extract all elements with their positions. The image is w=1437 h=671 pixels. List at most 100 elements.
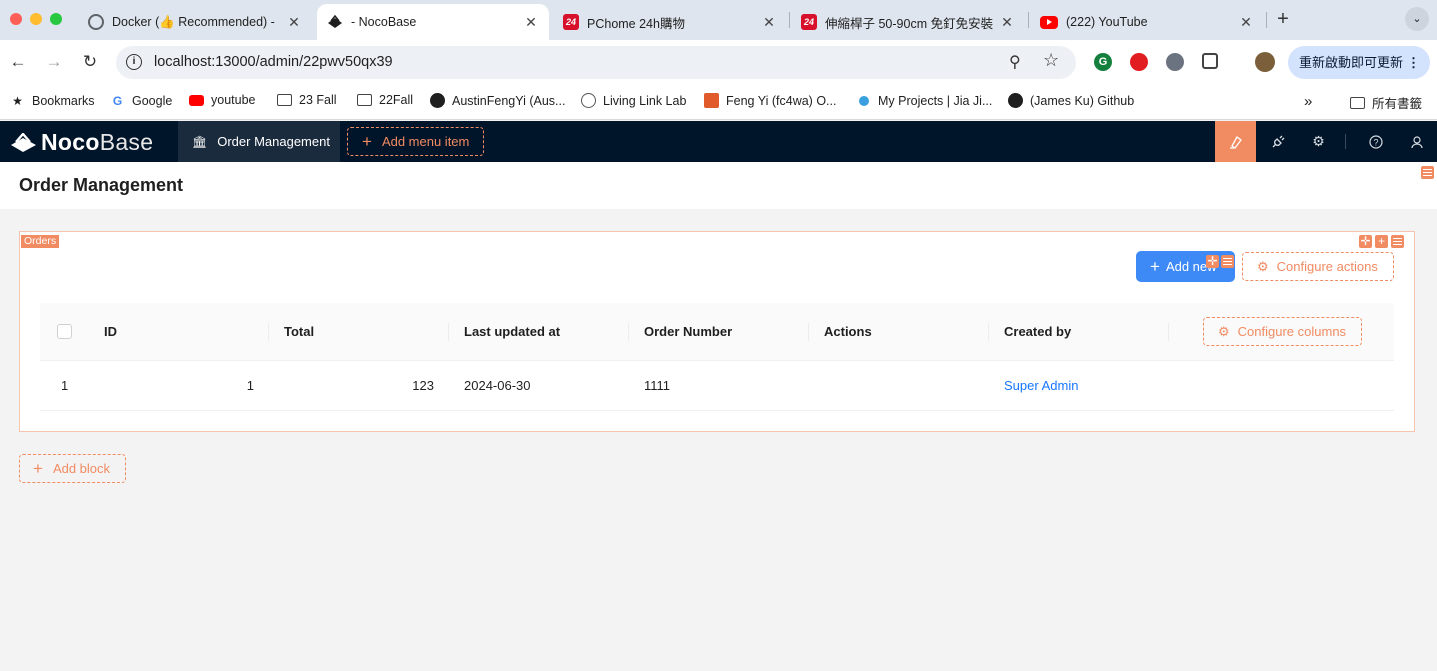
address-bar[interactable]: i localhost:13000/admin/22pwv50qx39 ⚲ ☆	[116, 46, 1076, 79]
gear-icon: ⚙	[1257, 258, 1269, 274]
bookmark-label: Living Link Lab	[603, 93, 687, 108]
plus-icon: +	[362, 131, 372, 151]
cell-last-updated: 2024-06-30	[464, 378, 531, 393]
orders-table-block: Orders ✛ + + Add new ✛ ⚙ Configure actio…	[19, 231, 1415, 432]
tab-close-icon[interactable]: ✕	[286, 14, 302, 31]
block-settings-menu-icon[interactable]	[1391, 235, 1404, 248]
bookmark-star-icon[interactable]: ☆	[1043, 50, 1059, 71]
bookmarks-overflow-icon[interactable]: »	[1304, 93, 1312, 110]
ui-editor-toggle-button[interactable]	[1215, 121, 1256, 162]
action-settings-menu-icon[interactable]	[1221, 255, 1234, 268]
settings-button[interactable]: ⚙	[1298, 121, 1339, 162]
column-header-created-by[interactable]: Created by	[1004, 324, 1071, 339]
svg-text:?: ?	[1373, 137, 1378, 147]
browser-tab-nocobase[interactable]: - NocoBase ✕	[317, 4, 549, 40]
tab-search-button[interactable]: ⌄	[1405, 7, 1429, 31]
add-menu-item-button[interactable]: + Add menu item	[347, 127, 484, 156]
select-all-checkbox[interactable]	[57, 324, 72, 339]
update-button-label: 重新啟動即可更新	[1299, 55, 1404, 70]
bookmark-item[interactable]: ★ Bookmarks	[10, 93, 94, 108]
app-header: Noco Base 🏛 Order Management + Add menu i…	[0, 121, 1437, 162]
bookmarks-bar: ★ Bookmarks G Google youtube 23 Fall 22F…	[0, 86, 1437, 120]
profile-avatar[interactable]	[1255, 52, 1275, 72]
menu-item-order-management[interactable]: 🏛 Order Management	[178, 121, 340, 162]
add-block-button[interactable]: + Add block	[19, 454, 126, 483]
configure-columns-button[interactable]: ⚙ Configure columns	[1203, 317, 1362, 346]
tab-close-icon[interactable]: ✕	[761, 14, 777, 31]
configure-actions-label: Configure actions	[1276, 259, 1378, 274]
zoom-icon[interactable]: ⚲	[1009, 52, 1021, 72]
block-title-tag: Orders	[21, 235, 60, 248]
bookmark-label: 22Fall	[379, 93, 414, 107]
tab-close-icon[interactable]: ✕	[999, 14, 1015, 31]
drag-handle-icon[interactable]: ✛	[1206, 255, 1219, 268]
window-close-button[interactable]	[10, 13, 22, 25]
adblock-extension-icon[interactable]	[1130, 53, 1148, 71]
browser-tab-youtube[interactable]: (222) YouTube ✕	[1030, 4, 1264, 40]
user-menu-button[interactable]	[1396, 121, 1437, 162]
back-button[interactable]: ←	[6, 50, 30, 74]
forward-button[interactable]: →	[42, 50, 66, 74]
help-button[interactable]: ?	[1355, 121, 1396, 162]
highlighter-icon	[1229, 135, 1242, 149]
update-chrome-button[interactable]: 重新啟動即可更新 ⋮	[1288, 46, 1430, 79]
bookmark-item[interactable]: Living Link Lab	[581, 93, 686, 108]
bookmark-label: My Projects | Jia Ji...	[878, 93, 993, 108]
bookmark-folder[interactable]: 22Fall	[357, 93, 413, 107]
block-toolbar: ✛ +	[1359, 235, 1404, 248]
grammarly-extension-icon[interactable]: G	[1094, 53, 1112, 71]
pchome-favicon-icon: 24	[563, 14, 579, 30]
site-info-icon[interactable]: i	[126, 54, 142, 70]
bookmark-item[interactable]: youtube	[189, 93, 255, 107]
bookmark-item[interactable]: Feng Yi (fc4wa) O...	[704, 93, 836, 108]
more-menu-icon[interactable]: ⋮	[1407, 46, 1420, 79]
window-maximize-button[interactable]	[50, 13, 62, 25]
browser-tab-pchome-product[interactable]: 24 伸縮桿子 50-90cm 免釘免安裝 ✕	[791, 4, 1025, 40]
all-bookmarks-button[interactable]: 所有書籤	[1350, 93, 1422, 112]
browser-tab-docker[interactable]: Docker (👍 Recommended) - ✕	[78, 4, 312, 40]
nocobase-logo[interactable]: Noco Base	[10, 129, 153, 156]
extension-icon[interactable]	[1166, 53, 1184, 71]
extensions-puzzle-icon[interactable]	[1202, 53, 1218, 69]
pchome-favicon-icon: 24	[801, 14, 817, 30]
column-header-actions[interactable]: Actions	[824, 324, 872, 339]
bookmark-label: Feng Yi (fc4wa) O...	[726, 93, 837, 108]
window-minimize-button[interactable]	[30, 13, 42, 25]
cell-total: 123	[412, 378, 434, 393]
bookmark-item[interactable]: (James Ku) Github	[1008, 93, 1134, 108]
page-settings-menu-icon[interactable]	[1421, 166, 1434, 179]
tab-close-icon[interactable]: ✕	[1238, 14, 1254, 31]
tab-close-icon[interactable]: ✕	[523, 14, 539, 31]
column-header-id[interactable]: ID	[104, 324, 117, 339]
bookmark-item[interactable]: AustinFengYi (Aus...	[430, 93, 565, 108]
plus-icon: +	[1150, 256, 1160, 276]
table-row[interactable]: 1 1 123 2024-06-30 1111 Super Admin	[40, 361, 1394, 411]
plugin-manager-button[interactable]	[1257, 121, 1298, 162]
bookmark-item[interactable]: My Projects | Jia Ji...	[856, 93, 992, 108]
cell-created-by-link[interactable]: Super Admin	[1004, 378, 1078, 393]
column-header-order-number[interactable]: Order Number	[644, 324, 732, 339]
github-icon	[430, 93, 445, 108]
plus-icon: +	[33, 458, 43, 478]
page-title: Order Management	[19, 175, 184, 195]
nocobase-logo-icon	[11, 132, 36, 152]
new-tab-button[interactable]: +	[1272, 8, 1294, 30]
reload-button[interactable]: ↻	[78, 50, 102, 74]
bookmark-label: 23 Fall	[299, 93, 337, 107]
drag-handle-icon[interactable]: ✛	[1359, 235, 1372, 248]
add-block-plus-icon[interactable]: +	[1375, 235, 1388, 248]
tab-title: Docker (👍 Recommended) -	[112, 14, 275, 29]
youtube-icon	[189, 94, 204, 106]
logo-text-light: Base	[99, 129, 154, 155]
bookmark-item[interactable]: G Google	[110, 93, 172, 108]
browser-tab-pchome[interactable]: 24 PChome 24h購物 ✕	[553, 4, 787, 40]
column-header-total[interactable]: Total	[284, 324, 314, 339]
site-icon	[856, 93, 871, 108]
configure-actions-button[interactable]: ⚙ Configure actions	[1242, 252, 1394, 281]
column-header-last-updated[interactable]: Last updated at	[464, 324, 560, 339]
cell-id: 1	[246, 378, 254, 393]
url-text[interactable]: localhost:13000/admin/22pwv50qx39	[154, 54, 393, 70]
logo-text-bold: Noco	[41, 129, 100, 155]
bookmark-label: Google	[132, 93, 173, 108]
bookmark-folder[interactable]: 23 Fall	[277, 93, 337, 107]
